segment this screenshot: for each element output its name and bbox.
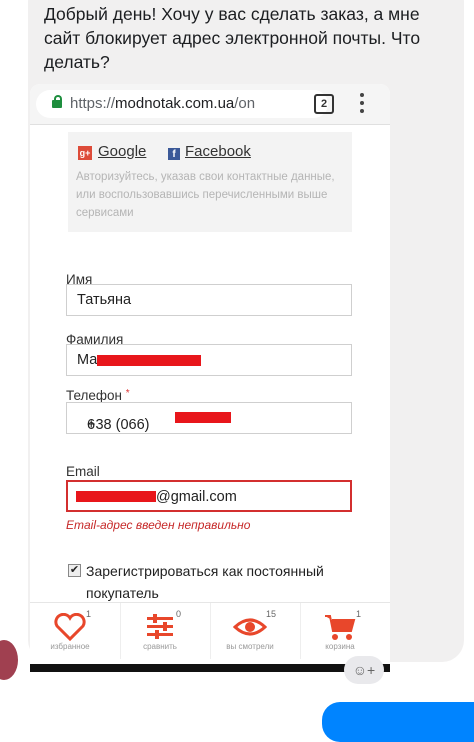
register-label[interactable]: Зарегистрироваться как постоянный покупа… [86,560,356,604]
surname-value: Ма [77,352,98,368]
nav-viewed[interactable]: 15 вы смотрели [210,603,301,659]
name-value: Татьяна [77,292,132,308]
email-error-message: Email-адрес введен неправильно [66,518,251,532]
phone-label: Телефон * [66,388,130,403]
heart-icon [54,613,86,641]
attached-screenshot[interactable]: https://modnotak.com.ua/on 2 g+ Google f… [30,84,390,672]
redaction-mark [175,412,231,423]
google-login-link[interactable]: Google [98,143,146,160]
tab-switcher-icon[interactable]: 2 [314,94,334,114]
social-login-hint: Авторизуйтесь, указав свои контактные да… [76,171,335,219]
email-label: Email [66,464,100,479]
social-login-panel: g+ Google f Facebook Авторизуйтесь, указ… [68,132,352,232]
google-plus-icon: g+ [78,146,92,160]
bottom-navigation: 1 избранное 0 сравнить 15 вы смотрели 1 … [30,602,390,659]
phone-field[interactable]: +38 (066) 6 [66,402,352,434]
facebook-login-link[interactable]: Facebook [185,143,251,160]
surname-field[interactable]: Ма [66,344,352,376]
add-reaction-icon[interactable]: ☺+ [344,656,384,684]
filters-icon [147,614,173,639]
address-bar[interactable]: https://modnotak.com.ua/on [36,90,328,118]
nav-cart[interactable]: 1 корзина [300,603,390,659]
eye-icon [233,618,267,636]
nav-favorites[interactable]: 1 избранное [30,603,121,659]
cart-icon [325,615,356,640]
chat-message-text: Добрый день! Хочу у вас сделать заказ, а… [44,4,421,72]
email-field[interactable]: @gmail.com [66,480,352,512]
facebook-icon: f [168,148,180,160]
url-text: https://modnotak.com.ua/on [70,95,256,112]
browser-toolbar: https://modnotak.com.ua/on 2 [30,84,390,125]
name-field[interactable]: Татьяна [66,284,352,316]
email-value: @gmail.com [156,489,237,505]
lock-icon [52,95,62,108]
nav-compare[interactable]: 0 сравнить [120,603,211,659]
redaction-mark [97,355,201,366]
redaction-mark [76,491,156,502]
kebab-menu-icon[interactable] [360,93,364,115]
reply-message-bubble [322,702,474,742]
sender-avatar[interactable] [0,640,18,680]
register-checkbox[interactable]: ✔ [68,564,81,577]
